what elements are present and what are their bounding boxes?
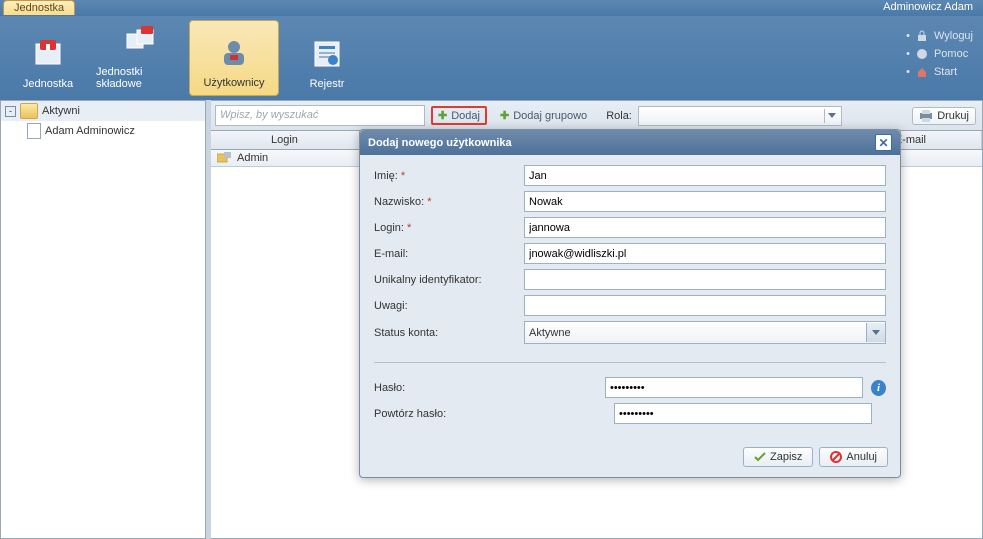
collapse-icon[interactable]: - — [5, 106, 16, 117]
plus-icon: ✚ — [500, 109, 509, 122]
nazwisko-field[interactable] — [524, 191, 886, 212]
link-help[interactable]: • Pomoc — [906, 48, 973, 60]
tree-label: Adam Adminowicz — [45, 125, 135, 137]
ribbon-jednostka[interactable]: Jednostka — [3, 20, 93, 96]
group-icon — [217, 152, 231, 164]
dropdown-icon — [824, 109, 839, 123]
tree-label: Aktywni — [42, 105, 80, 117]
cancel-icon — [830, 451, 842, 463]
emblem-stack-icon — [123, 24, 159, 60]
label-nazwisko: Nazwisko: * — [374, 196, 524, 208]
home-icon — [916, 66, 928, 78]
add-user-dialog: Dodaj nowego użytkownika ✕ Imię: * Nazwi… — [359, 129, 901, 478]
login-field[interactable] — [524, 217, 886, 238]
ribbon-label: Rejestr — [310, 78, 345, 90]
dialog-body: Imię: * Nazwisko: * Login: * E-mail: Uni… — [360, 155, 900, 439]
button-label: Dodaj — [451, 110, 480, 122]
grid-toolbar: Wpisz, by wyszukać ✚ Dodaj ✚ Dodaj grupowo… — [211, 101, 982, 131]
cancel-button[interactable]: Anuluj — [819, 447, 888, 467]
close-button[interactable]: ✕ — [875, 134, 892, 151]
email-field[interactable] — [524, 243, 886, 264]
button-label: Anuluj — [846, 451, 877, 463]
separator — [374, 362, 886, 363]
dialog-footer: Zapisz Anuluj — [360, 439, 900, 477]
powtorz-haslo-field[interactable] — [614, 403, 872, 424]
lock-icon — [916, 30, 928, 42]
ribbon-label: Użytkownicy — [203, 77, 264, 89]
status-value: Aktywne — [529, 327, 571, 339]
context-tab-jednostka[interactable]: Jednostka — [3, 0, 75, 15]
link-label: Wyloguj — [934, 30, 973, 42]
ribbon-jednostki-skladowe[interactable]: Jednostki składowe — [96, 20, 186, 96]
label-imie: Imię: * — [374, 170, 524, 182]
uwagi-field[interactable] — [524, 295, 886, 316]
dropdown-icon — [866, 323, 885, 342]
button-label: Drukuj — [937, 110, 969, 122]
current-user-label: Adminowicz Adam — [883, 1, 973, 13]
label-unikalny: Unikalny identyfikator: — [374, 274, 524, 286]
main-panel: Wpisz, by wyszukać ✚ Dodaj ✚ Dodaj grupowo… — [211, 100, 983, 539]
button-label: Dodaj grupowo — [513, 110, 587, 122]
dialog-titlebar[interactable]: Dodaj nowego użytkownika ✕ — [360, 130, 900, 155]
imie-field[interactable] — [524, 165, 886, 186]
label-email: E-mail: — [374, 248, 524, 260]
emblem-icon — [30, 36, 66, 72]
label-powtorz: Powtórz hasło: — [374, 408, 524, 420]
dialog-title: Dodaj nowego użytkownika — [368, 137, 512, 149]
ribbon-label: Jednostki składowe — [96, 66, 186, 90]
ribbon-label: Jednostka — [23, 78, 73, 90]
info-icon — [916, 48, 928, 60]
haslo-field[interactable] — [605, 377, 863, 398]
link-logout[interactable]: • Wyloguj — [906, 30, 973, 42]
doc-icon — [27, 123, 41, 139]
search-input[interactable]: Wpisz, by wyszukać — [215, 105, 425, 126]
add-group-button[interactable]: ✚ Dodaj grupowo — [493, 106, 594, 125]
info-icon[interactable]: i — [871, 380, 886, 396]
label-status: Status konta: — [374, 327, 524, 339]
link-label: Start — [934, 66, 957, 78]
tree-panel: - Aktywni Adam Adminowicz — [0, 100, 206, 539]
system-links: • Wyloguj • Pomoc • Start — [906, 30, 973, 84]
app-window: Jednostka Adminowicz Adam Jednostka Jedn… — [0, 0, 983, 539]
rola-label: Rola: — [606, 110, 632, 122]
folder-icon — [20, 103, 38, 119]
print-button[interactable]: Drukuj — [912, 107, 976, 125]
tree-item-user[interactable]: Adam Adminowicz — [1, 121, 205, 141]
save-button[interactable]: Zapisz — [743, 447, 813, 467]
tab-bar: Jednostka Adminowicz Adam — [0, 0, 983, 16]
ribbon-uzytkownicy[interactable]: Użytkownicy — [189, 20, 279, 96]
close-icon: ✕ — [878, 136, 888, 150]
ribbon: Jednostka Jednostki składowe Użytkownicy… — [0, 16, 983, 100]
label-haslo: Hasło: — [374, 382, 515, 394]
link-start[interactable]: • Start — [906, 66, 973, 78]
add-button[interactable]: ✚ Dodaj — [431, 106, 487, 125]
role-select[interactable] — [638, 106, 842, 126]
printer-icon — [919, 110, 933, 122]
tree-root-aktywni[interactable]: - Aktywni — [1, 101, 205, 121]
check-icon — [754, 451, 766, 463]
body: - Aktywni Adam Adminowicz Wpisz, by wysz… — [0, 100, 983, 539]
link-label: Pomoc — [934, 48, 968, 60]
status-select[interactable]: Aktywne — [524, 321, 886, 344]
label-uwagi: Uwagi: — [374, 300, 524, 312]
ribbon-rejestr[interactable]: Rejestr — [282, 20, 372, 96]
button-label: Zapisz — [770, 451, 802, 463]
unikalny-field[interactable] — [524, 269, 886, 290]
user-icon — [216, 35, 252, 71]
register-icon — [309, 36, 345, 72]
label-login: Login: * — [374, 222, 524, 234]
plus-icon: ✚ — [438, 109, 447, 122]
group-label: Admin — [237, 152, 268, 164]
